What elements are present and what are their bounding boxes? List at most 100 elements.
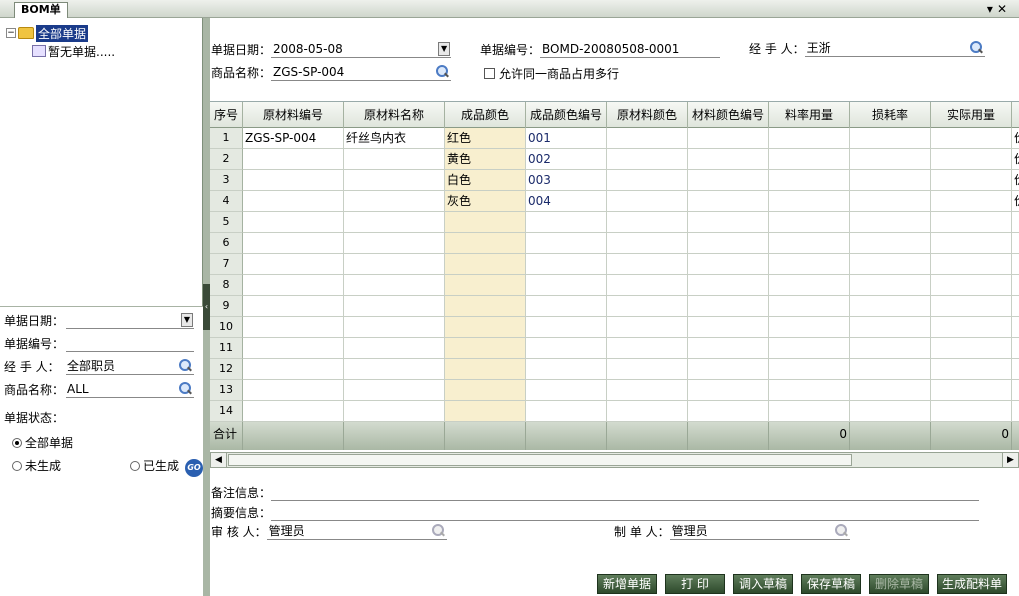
table-cell[interactable]: 价 <box>1012 170 1019 191</box>
table-cell[interactable]: 红色 <box>445 128 526 149</box>
column-header[interactable]: 料率用量 <box>769 102 850 128</box>
table-cell[interactable] <box>607 191 688 212</box>
tree-child[interactable]: 暂无单据..... <box>6 42 201 60</box>
header-number-field[interactable]: BOMD-20080508-0001 <box>540 40 721 58</box>
table-cell[interactable] <box>607 254 688 275</box>
table-cell[interactable] <box>931 191 1012 212</box>
delete-draft-button[interactable]: 删除草稿 <box>869 574 929 594</box>
table-cell[interactable] <box>850 191 931 212</box>
table-cell[interactable] <box>1012 233 1019 254</box>
table-cell[interactable]: ZGS-SP-004 <box>243 128 344 149</box>
table-cell[interactable]: 纤丝鸟内衣 <box>344 128 445 149</box>
table-cell[interactable] <box>688 338 769 359</box>
table-cell[interactable] <box>1012 317 1019 338</box>
table-cell[interactable] <box>769 296 850 317</box>
table-cell[interactable] <box>607 149 688 170</box>
table-cell[interactable] <box>607 170 688 191</box>
table-cell[interactable] <box>344 275 445 296</box>
table-cell[interactable] <box>526 296 607 317</box>
tree-child-label[interactable]: 暂无单据..... <box>48 43 115 60</box>
table-cell[interactable] <box>607 359 688 380</box>
table-cell[interactable] <box>1012 296 1019 317</box>
table-cell[interactable] <box>445 317 526 338</box>
table-cell[interactable] <box>931 149 1012 170</box>
table-cell[interactable] <box>607 338 688 359</box>
table-cell[interactable] <box>850 212 931 233</box>
table-cell[interactable] <box>769 275 850 296</box>
table-cell[interactable] <box>607 380 688 401</box>
table-cell[interactable] <box>526 212 607 233</box>
table-cell[interactable] <box>243 317 344 338</box>
table-cell[interactable] <box>445 212 526 233</box>
table-cell[interactable] <box>344 338 445 359</box>
table-cell[interactable] <box>931 254 1012 275</box>
table-cell[interactable] <box>526 401 607 422</box>
table-cell[interactable] <box>850 233 931 254</box>
table-cell[interactable] <box>688 359 769 380</box>
table-cell[interactable] <box>931 359 1012 380</box>
table-cell[interactable] <box>243 338 344 359</box>
table-cell[interactable]: 001 <box>526 128 607 149</box>
table-cell[interactable] <box>1012 359 1019 380</box>
search-icon[interactable] <box>834 524 848 538</box>
table-cell[interactable] <box>1012 380 1019 401</box>
column-header[interactable]: 序号 <box>210 102 243 128</box>
table-cell[interactable] <box>526 359 607 380</box>
table-cell[interactable] <box>607 401 688 422</box>
table-cell[interactable] <box>607 275 688 296</box>
table-cell[interactable] <box>344 296 445 317</box>
table-cell[interactable] <box>688 317 769 338</box>
table-cell[interactable] <box>243 149 344 170</box>
tree-root[interactable]: − 全部单据 <box>6 24 201 42</box>
table-cell[interactable] <box>243 170 344 191</box>
table-cell[interactable] <box>1012 401 1019 422</box>
table-cell[interactable] <box>931 233 1012 254</box>
table-cell[interactable] <box>526 380 607 401</box>
splitter-collapse-icon[interactable]: ‹ <box>203 284 210 330</box>
table-cell[interactable]: 价 <box>1012 128 1019 149</box>
tree-root-label[interactable]: 全部单据 <box>36 24 89 42</box>
table-cell[interactable] <box>931 317 1012 338</box>
table-cell[interactable] <box>931 296 1012 317</box>
table-cell[interactable] <box>769 317 850 338</box>
table-row[interactable]: 12 <box>210 359 1019 380</box>
table-cell[interactable] <box>850 254 931 275</box>
table-cell[interactable] <box>769 338 850 359</box>
table-row[interactable]: 14 <box>210 401 1019 422</box>
table-cell[interactable] <box>850 359 931 380</box>
table-cell[interactable] <box>445 233 526 254</box>
header-product-field[interactable]: ZGS-SP-004 <box>271 63 452 81</box>
collapse-icon[interactable]: − <box>6 28 16 38</box>
table-cell[interactable] <box>769 233 850 254</box>
table-cell[interactable] <box>688 296 769 317</box>
table-cell[interactable] <box>243 275 344 296</box>
status-radio-generated[interactable]: 已生成 <box>130 457 179 474</box>
table-cell[interactable]: 白色 <box>445 170 526 191</box>
table-cell[interactable] <box>243 233 344 254</box>
header-handler-field[interactable]: 王浙 <box>804 39 985 57</box>
table-cell[interactable] <box>344 212 445 233</box>
save-draft-button[interactable]: 保存草稿 <box>801 574 861 594</box>
table-cell[interactable] <box>445 275 526 296</box>
table-cell[interactable] <box>850 149 931 170</box>
table-cell[interactable] <box>1012 338 1019 359</box>
table-cell[interactable] <box>1012 254 1019 275</box>
table-cell[interactable]: 价 <box>1012 149 1019 170</box>
table-cell[interactable] <box>688 401 769 422</box>
remark-field[interactable] <box>271 483 980 501</box>
table-cell[interactable] <box>607 212 688 233</box>
table-cell[interactable] <box>1012 212 1019 233</box>
table-cell[interactable] <box>688 254 769 275</box>
load-draft-button[interactable]: 调入草稿 <box>733 574 793 594</box>
table-cell[interactable] <box>688 128 769 149</box>
column-header[interactable]: 成品颜色编号 <box>526 102 607 128</box>
summary-field[interactable] <box>271 503 980 521</box>
table-cell[interactable] <box>526 254 607 275</box>
table-cell[interactable]: 004 <box>526 191 607 212</box>
table-cell[interactable] <box>931 275 1012 296</box>
table-cell[interactable] <box>850 401 931 422</box>
table-cell[interactable] <box>769 128 850 149</box>
table-cell[interactable] <box>344 149 445 170</box>
scroll-right-icon[interactable]: ▶ <box>1002 453 1018 467</box>
table-row[interactable]: 2 黄色002 价 <box>210 149 1019 170</box>
